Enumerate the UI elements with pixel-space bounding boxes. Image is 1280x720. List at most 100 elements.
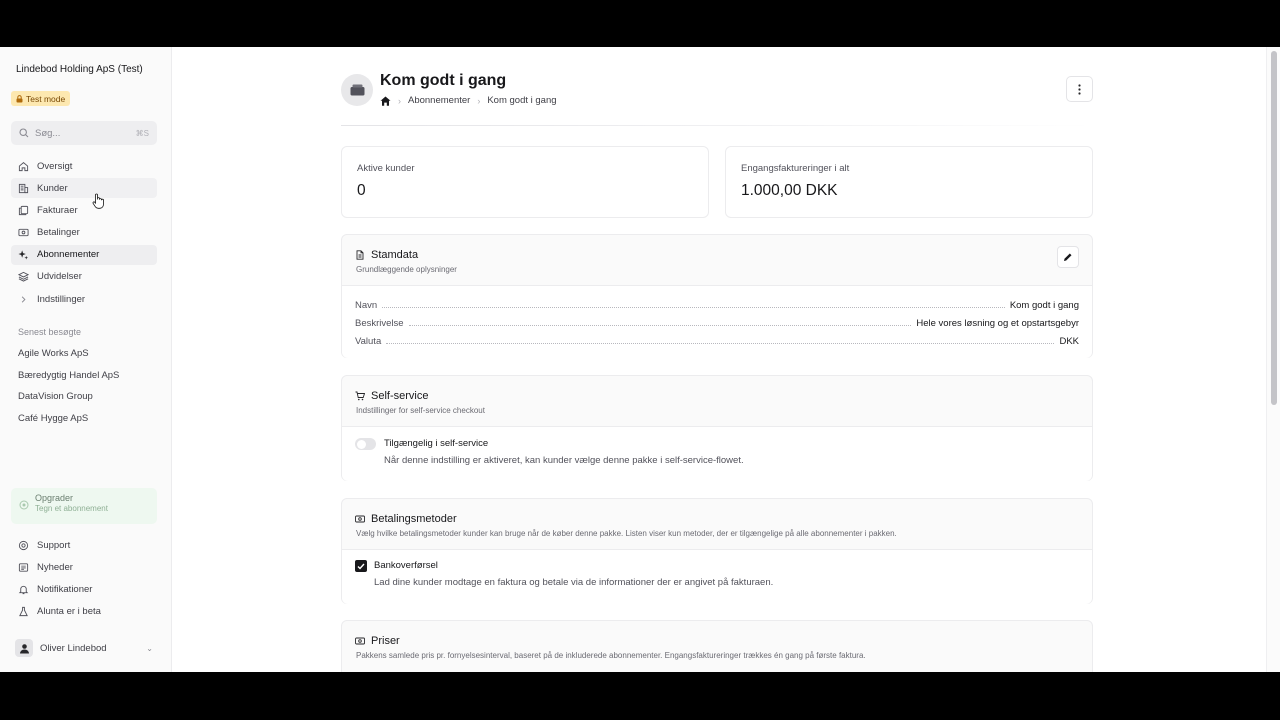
document-icon [356,250,364,260]
card-subtitle: Vælg hvilke betalingsmetoder kunder kan … [356,529,897,538]
documents-icon [18,205,29,215]
home-icon[interactable] [380,96,391,106]
banknote-icon [18,228,29,237]
recent-item[interactable]: Bæredygtig Handel ApS [18,370,119,392]
nav-item-oversigt[interactable]: Oversigt [11,156,157,176]
nav-label: Notifikationer [37,583,93,595]
option-description: Lad dine kunder modtage en faktura og be… [374,577,774,588]
package-icon [341,74,373,106]
self-service-toggle[interactable] [355,438,376,450]
field-value: Kom godt i gang [1009,299,1079,311]
breadcrumb-separator-icon: › [477,95,481,106]
upgrade-title: Opgrader [35,493,74,503]
nav-label: Betalinger [37,227,80,239]
nav-label: Indstillinger [37,293,86,305]
flask-icon [19,606,28,617]
lock-icon [16,94,23,102]
field-key: Navn [355,299,378,311]
sidebar: Lindebod Holding ApS (Test) Test mode Sø… [0,47,172,672]
payment-method-option: Bankoverførsel Lad dine kunder modtage e… [342,549,1092,604]
breadcrumb-item[interactable]: Abonnementer [408,95,470,106]
nav-item-nyheder[interactable]: Nyheder [11,557,157,577]
avatar [15,639,33,657]
nav-item-indstillinger[interactable]: Indstillinger [11,289,157,309]
card-title-text: Stamdata [371,249,419,261]
nav-label: Oversigt [37,160,73,172]
breadcrumb-separator-icon: › [398,95,401,106]
scrollbar-thumb[interactable] [1271,51,1277,405]
option-title: Tilgængelig i self-service [384,438,489,449]
nav-item-notifikationer[interactable]: Notifikationer [11,579,157,599]
bank-transfer-checkbox[interactable] [355,560,367,572]
card-title-text: Priser [371,635,400,647]
main-nav: Oversigt Kunder Fakturaer Betalinger Abo… [11,156,157,311]
test-mode-label: Test mode [26,93,66,104]
self-service-card: Self-service Indstillinger for self-serv… [341,375,1093,481]
breadcrumb-item: Kom godt i gang [487,95,557,106]
nav-label: Support [37,539,71,551]
field-row-valuta: Valuta DKK [342,333,1092,351]
upgrade-subtitle: Tegn et abonnement [35,504,108,513]
check-icon [357,563,365,570]
edit-button[interactable] [1057,246,1079,268]
stat-label: Aktive kunder [357,163,415,174]
test-mode-badge: Test mode [11,91,71,106]
more-options-button[interactable] [1066,76,1093,102]
field-row-navn: Navn Kom godt i gang [342,296,1092,314]
card-subtitle: Indstillinger for self-service checkout [356,406,485,415]
field-value: Hele vores løsning og et opstartsgebyr [916,317,1079,329]
breadcrumb: › Abonnementer › Kom godt i gang [380,95,557,106]
recent-item[interactable]: Café Hygge ApS [18,413,119,435]
home-icon [18,161,29,171]
nav-item-fakturaer[interactable]: Fakturaer [11,200,157,220]
nav-item-betalinger[interactable]: Betalinger [11,223,157,243]
nav-label: Kunder [37,182,68,194]
option-title: Bankoverførsel [374,560,438,571]
chevron-right-icon [21,296,26,303]
pencil-icon [1064,253,1072,261]
upgrade-circle-icon [19,500,29,510]
bottom-nav: Support Nyheder Notifikationer Alunta er… [11,535,157,624]
card-title: Priser [355,635,1079,647]
header-divider [341,125,1093,126]
nav-item-udvidelser[interactable]: Udvidelser [11,267,157,287]
stat-value: 0 [357,182,366,199]
nav-label: Alunta er i beta [37,606,101,618]
app-window: Lindebod Holding ApS (Test) Test mode Sø… [0,47,1280,672]
mouse-cursor-icon [92,193,104,209]
bell-icon [18,585,29,594]
more-vertical-icon [1078,83,1081,95]
user-menu[interactable]: Oliver Lindebod ⌄ [11,637,157,659]
stat-label: Engangsfaktureringer i alt [741,163,850,174]
recent-section-label: Senest besøgte [18,327,82,337]
page-title: Kom godt i gang [380,72,507,89]
nav-label: Nyheder [37,561,73,573]
nav-label: Abonnementer [37,249,100,261]
search-shortcut: ⌘S [135,128,149,138]
card-title: Betalingsmetoder [355,513,1079,525]
leader-dots [382,306,1005,308]
field-key: Beskrivelse [355,317,404,329]
recent-item[interactable]: Agile Works ApS [18,348,119,370]
card-subtitle: Pakkens samlede pris pr. fornyelsesinter… [356,651,866,660]
recent-item[interactable]: DataVision Group [18,391,119,413]
nav-item-kunder[interactable]: Kunder [11,178,157,199]
prices-card: Priser Pakkens samlede pris pr. fornyels… [341,620,1093,672]
nav-label: Udvidelser [37,271,82,283]
org-name[interactable]: Lindebod Holding ApS (Test) [16,64,143,75]
search-input[interactable]: Søg... ⌘S [11,121,157,145]
field-key: Valuta [355,336,382,348]
stamdata-list: Navn Kom godt i gang Beskrivelse Hele vore… [342,285,1092,358]
nav-item-beta[interactable]: Alunta er i beta [11,602,157,622]
cart-icon [355,391,365,401]
upgrade-banner[interactable]: Opgrader Tegn et abonnement [11,488,157,524]
nav-item-support[interactable]: Support [11,535,157,555]
page-scrollbar[interactable] [1266,47,1280,672]
user-icon [19,643,29,653]
card-title-text: Self-service [371,390,429,402]
search-placeholder: Søg... [35,127,61,139]
field-value: DKK [1059,336,1079,348]
card-title: Stamdata [355,249,1079,261]
leader-dots [386,343,1055,345]
nav-item-abonnementer[interactable]: Abonnementer [11,244,157,265]
